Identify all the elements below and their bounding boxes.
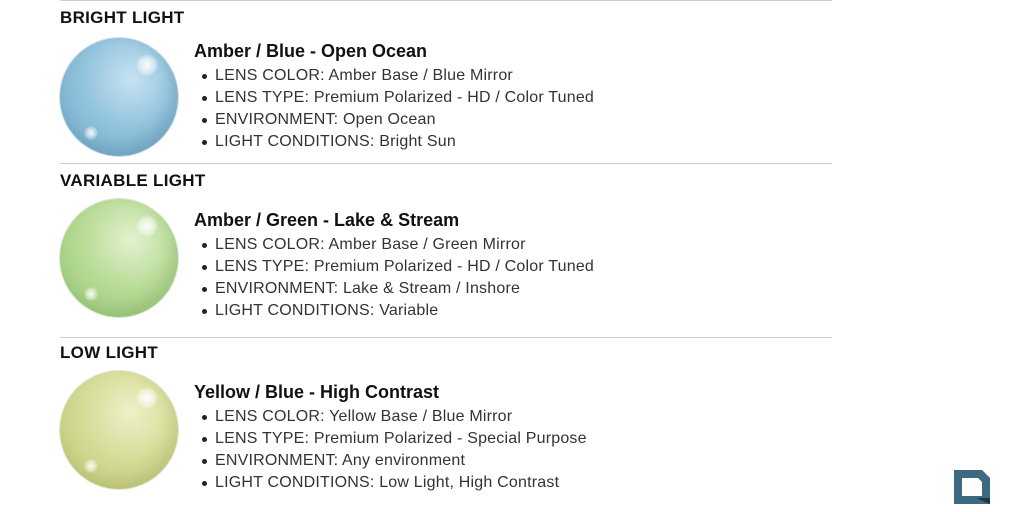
lens-spec-list: LENS COLOR: Amber Base / Green Mirror LE… bbox=[194, 234, 594, 322]
lens-swatch-yellow bbox=[60, 371, 178, 489]
lens-highlight bbox=[136, 54, 158, 76]
lens-highlight bbox=[84, 287, 98, 301]
lens-details: Yellow / Blue - High Contrast LENS COLOR… bbox=[194, 382, 587, 494]
lens-title: Yellow / Blue - High Contrast bbox=[194, 382, 440, 402]
section-divider bbox=[60, 337, 832, 338]
lens-color-spec: LENS COLOR: Amber Base / Blue Mirror bbox=[194, 65, 594, 87]
lens-details: Amber / Blue - Open Ocean LENS COLOR: Am… bbox=[194, 41, 594, 153]
lens-swatch-blue bbox=[60, 38, 178, 156]
lens-color-spec: LENS COLOR: Amber Base / Green Mirror bbox=[194, 234, 594, 256]
lens-type-spec: LENS TYPE: Premium Polarized - HD / Colo… bbox=[194, 256, 594, 278]
lens-spec-list: LENS COLOR: Yellow Base / Blue Mirror LE… bbox=[194, 406, 587, 494]
top-divider bbox=[60, 0, 832, 1]
section-divider bbox=[60, 163, 832, 164]
section-heading: LOW LIGHT bbox=[60, 343, 159, 362]
brand-logo-icon bbox=[954, 470, 990, 504]
environment-spec: ENVIRONMENT: Open Ocean bbox=[194, 109, 594, 131]
lens-highlight bbox=[84, 126, 98, 140]
lens-type-spec: LENS TYPE: Premium Polarized - Special P… bbox=[194, 428, 587, 450]
lens-highlight bbox=[136, 387, 158, 409]
light-conditions-spec: LIGHT CONDITIONS: Variable bbox=[194, 300, 594, 322]
lens-title: Amber / Green - Lake & Stream bbox=[194, 210, 460, 230]
lens-spec-list: LENS COLOR: Amber Base / Blue Mirror LEN… bbox=[194, 65, 594, 153]
light-conditions-spec: LIGHT CONDITIONS: Low Light, High Contra… bbox=[194, 472, 587, 494]
lens-color-spec: LENS COLOR: Yellow Base / Blue Mirror bbox=[194, 406, 587, 428]
lens-highlight bbox=[136, 215, 158, 237]
environment-spec: ENVIRONMENT: Any environment bbox=[194, 450, 587, 472]
lens-highlight bbox=[84, 459, 98, 473]
lens-type-spec: LENS TYPE: Premium Polarized - HD / Colo… bbox=[194, 87, 594, 109]
lens-title: Amber / Blue - Open Ocean bbox=[194, 41, 428, 61]
light-conditions-spec: LIGHT CONDITIONS: Bright Sun bbox=[194, 131, 594, 153]
lens-details: Amber / Green - Lake & Stream LENS COLOR… bbox=[194, 210, 594, 322]
lens-swatch-green bbox=[60, 199, 178, 317]
section-heading: VARIABLE LIGHT bbox=[60, 171, 206, 190]
environment-spec: ENVIRONMENT: Lake & Stream / Inshore bbox=[194, 278, 594, 300]
section-heading: BRIGHT LIGHT bbox=[60, 8, 185, 27]
